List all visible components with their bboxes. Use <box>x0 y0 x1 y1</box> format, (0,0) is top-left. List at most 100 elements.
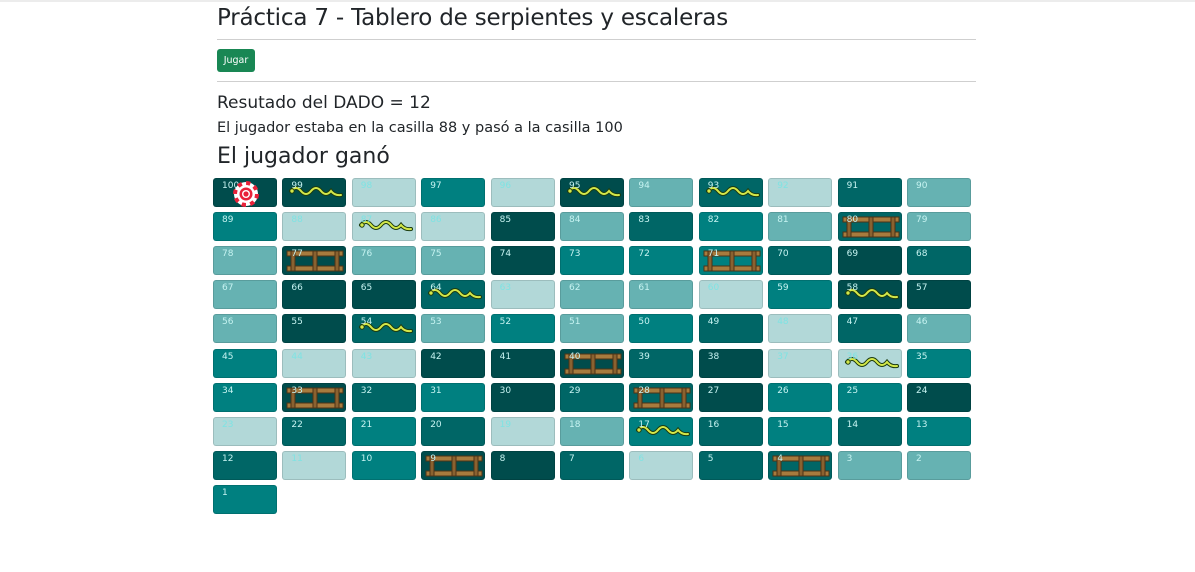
board-cell-28: 28 <box>629 382 694 412</box>
board-cell-39: 39 <box>629 348 694 378</box>
cell-number: 7 <box>569 453 575 464</box>
board-cell-52: 52 <box>490 314 555 344</box>
board-cell-25: 25 <box>837 382 902 412</box>
board-cell-53: 53 <box>421 314 486 344</box>
board-cell-27: 27 <box>698 382 763 412</box>
board-cell-47: 47 <box>837 314 902 344</box>
board-cell-63: 63 <box>490 280 555 310</box>
board-cell-36: 36 <box>837 348 902 378</box>
cell-number: 68 <box>916 249 928 260</box>
board-cell-88: 88 <box>282 212 347 242</box>
cell-number: 80 <box>846 215 859 226</box>
board-cell-10: 10 <box>351 450 416 480</box>
cell-number: 98 <box>360 181 373 191</box>
board-cell-37: 37 <box>768 348 833 378</box>
board-cell-5: 5 <box>698 450 763 480</box>
cell-number: 64 <box>430 283 442 294</box>
board-cell-67: 67 <box>213 280 277 310</box>
board-cell-15: 15 <box>768 416 833 446</box>
cell-number: 43 <box>360 351 373 362</box>
cell-number: 93 <box>707 181 720 191</box>
cell-number: 69 <box>846 249 859 260</box>
cell-number: 60 <box>707 283 720 294</box>
cell-number: 9 <box>430 453 436 464</box>
cell-number: 65 <box>360 283 373 294</box>
board-cell-99: 99 <box>282 178 347 207</box>
cell-number: 4 <box>777 453 783 464</box>
board-cell-45: 45 <box>213 348 277 378</box>
board-cell-9: 9 <box>421 450 486 480</box>
board-cell-89: 89 <box>213 212 277 242</box>
cell-number: 77 <box>291 249 303 260</box>
board-cell-8: 8 <box>490 450 555 480</box>
cell-number: 94 <box>638 181 650 191</box>
cell-number: 58 <box>846 283 859 294</box>
play-button[interactable]: Jugar <box>217 49 255 72</box>
board-cell-38: 38 <box>698 348 763 378</box>
board-cell-43: 43 <box>351 348 416 378</box>
board-cell-64: 64 <box>421 280 486 310</box>
cell-number: 54 <box>360 317 373 328</box>
cell-number: 44 <box>291 351 303 362</box>
board-cell-21: 21 <box>351 416 416 446</box>
board-cell-32: 32 <box>351 382 416 412</box>
cell-number: 12 <box>222 453 234 464</box>
board-cell-7: 7 <box>560 450 624 480</box>
cell-number: 35 <box>916 351 928 362</box>
board-cell-87: 87 <box>351 212 416 242</box>
board-cell-48: 48 <box>768 314 833 344</box>
cell-number: 51 <box>569 317 581 328</box>
cell-number: 74 <box>499 249 512 260</box>
page-title: Práctica 7 - Tablero de serpientes y esc… <box>217 5 728 31</box>
board-cell-54: 54 <box>351 314 416 344</box>
cell-number: 47 <box>846 317 859 328</box>
board-cell-30: 30 <box>490 382 555 412</box>
board-cell-34: 34 <box>213 382 277 412</box>
cell-number: 24 <box>916 385 928 396</box>
dice-result: Resutado del DADO = 12 <box>217 93 431 113</box>
cell-number: 82 <box>707 215 720 226</box>
board-cell-78: 78 <box>213 246 277 276</box>
cell-number: 33 <box>291 385 303 396</box>
board-cell-17: 17 <box>629 416 694 446</box>
cell-number: 26 <box>777 385 789 396</box>
board-cell-46: 46 <box>907 314 971 344</box>
cell-number: 71 <box>707 249 720 260</box>
cell-number: 16 <box>707 419 720 430</box>
board-cell-26: 26 <box>768 382 833 412</box>
cell-number: 19 <box>499 419 512 430</box>
cell-number: 11 <box>291 453 303 464</box>
move-description: El jugador estaba en la casilla 88 y pas… <box>217 120 623 136</box>
divider <box>217 39 976 40</box>
board-cell-3: 3 <box>837 450 902 480</box>
cell-number: 63 <box>499 283 512 294</box>
cell-number: 88 <box>291 215 303 226</box>
board-cell-70: 70 <box>768 246 833 276</box>
cell-number: 84 <box>569 215 581 226</box>
board-cell-41: 41 <box>490 348 555 378</box>
board-cell-81: 81 <box>768 212 833 242</box>
cell-number: 40 <box>569 351 581 362</box>
cell-number: 81 <box>777 215 789 226</box>
board-cell-76: 76 <box>351 246 416 276</box>
cell-number: 61 <box>638 283 650 294</box>
cell-number: 6 <box>638 453 645 464</box>
cell-number: 10 <box>360 453 373 464</box>
cell-number: 72 <box>638 249 650 260</box>
cell-number: 8 <box>499 453 506 464</box>
cell-number: 49 <box>707 317 720 328</box>
cell-number: 2 <box>916 453 922 464</box>
board-cell-98: 98 <box>351 178 416 207</box>
cell-number: 62 <box>569 283 581 294</box>
board-cell-92: 92 <box>768 178 833 207</box>
board-cell-1: 1 <box>213 484 277 514</box>
board-cell-13: 13 <box>907 416 971 446</box>
cell-number: 46 <box>916 317 928 328</box>
board-cell-33: 33 <box>282 382 347 412</box>
cell-number: 45 <box>222 351 234 362</box>
board-cell-72: 72 <box>629 246 694 276</box>
cell-number: 1 <box>222 487 228 498</box>
cell-number: 92 <box>777 181 789 191</box>
cell-number: 36 <box>846 351 859 362</box>
board-cell-23: 23 <box>213 416 277 446</box>
